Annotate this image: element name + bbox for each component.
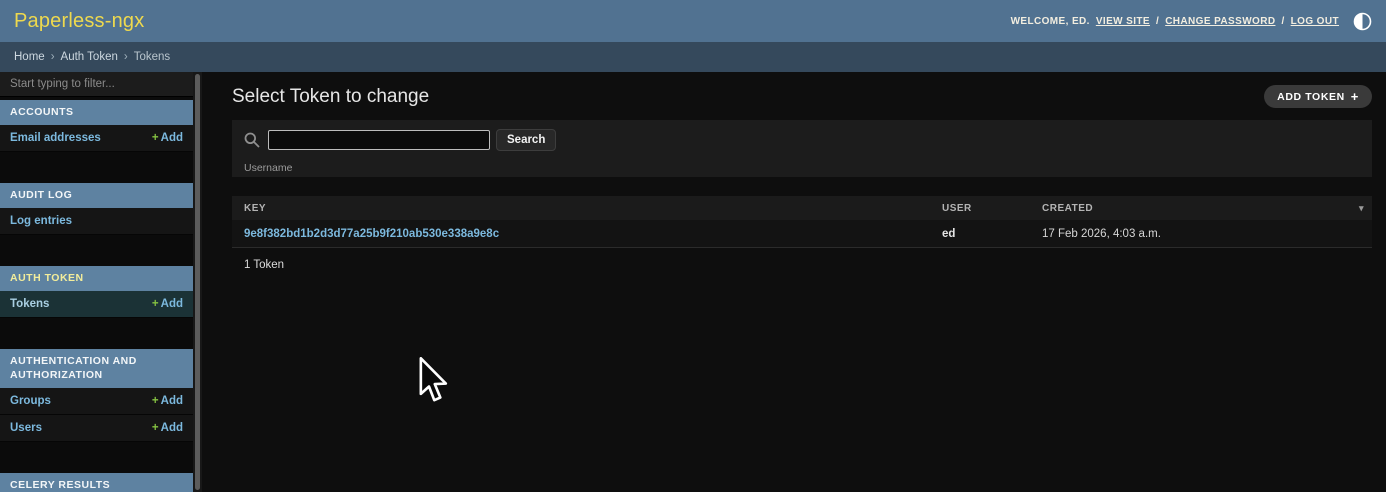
- sidebar-gap: [0, 235, 193, 263]
- sort-options-toggle-icon[interactable]: ▾: [1359, 196, 1364, 220]
- column-header-key[interactable]: KEY: [232, 203, 942, 214]
- breadcrumb-auth-token[interactable]: Auth Token: [61, 51, 118, 63]
- section-title: CELERY RESULTS: [10, 479, 110, 491]
- sidebar-section-celery-results: CELERY RESULTS: [0, 473, 193, 492]
- search-button[interactable]: Search: [496, 129, 556, 151]
- add-label: Add: [161, 132, 183, 144]
- plus-icon: +: [152, 132, 159, 144]
- section-title: AUTHENTICATION AND AUTHORIZATION: [10, 355, 137, 380]
- search-icon: [244, 132, 260, 148]
- sidebar-section-auth-token: AUTH TOKEN: [0, 266, 193, 291]
- add-label: Add: [161, 298, 183, 310]
- users-link[interactable]: Users: [10, 422, 42, 434]
- column-header-created[interactable]: CREATED: [1042, 203, 1372, 214]
- breadcrumb-current: Tokens: [134, 51, 170, 63]
- token-created-cell: 17 Feb 2026, 4:03 a.m.: [1042, 228, 1372, 240]
- sidebar-nav: ACCOUNTS Email addresses +Add AUDIT LOG …: [0, 72, 193, 492]
- separator: /: [1281, 16, 1284, 27]
- sidebar-gap: [0, 152, 193, 180]
- sidebar-section-authentication: AUTHENTICATION AND AUTHORIZATION: [0, 349, 193, 387]
- breadcrumb-separator: ›: [51, 51, 55, 63]
- search-field-label: Username: [244, 162, 1360, 174]
- add-label: Add: [161, 395, 183, 407]
- section-title: AUTH TOKEN: [10, 272, 84, 284]
- groups-link[interactable]: Groups: [10, 395, 51, 407]
- add-token-link[interactable]: +Add: [152, 298, 183, 310]
- search-panel: Search Username: [232, 120, 1372, 177]
- user-tools: WELCOME, ED. VIEW SITE / CHANGE PASSWORD…: [1011, 12, 1372, 31]
- result-count: 1 Token: [244, 259, 1372, 271]
- table-row: 9e8f382bd1b2d3d77a25b9f210ab530e338a9e8c…: [232, 220, 1372, 248]
- sidebar-item-tokens[interactable]: Tokens +Add: [0, 291, 193, 318]
- token-key-link[interactable]: 9e8f382bd1b2d3d77a25b9f210ab530e338a9e8c: [244, 228, 499, 240]
- tokens-link[interactable]: Tokens: [10, 298, 49, 310]
- sidebar-section-accounts: ACCOUNTS: [0, 100, 193, 125]
- plus-icon: +: [152, 298, 159, 310]
- section-title: AUDIT LOG: [10, 189, 72, 201]
- sidebar-item-email-addresses[interactable]: Email addresses +Add: [0, 125, 193, 152]
- add-label: Add: [161, 422, 183, 434]
- plus-icon: +: [1351, 90, 1359, 103]
- token-key-cell: 9e8f382bd1b2d3d77a25b9f210ab530e338a9e8c: [232, 228, 942, 240]
- sidebar-section-audit-log: AUDIT LOG: [0, 183, 193, 208]
- theme-toggle-icon[interactable]: [1353, 12, 1372, 31]
- add-group-link[interactable]: +Add: [152, 395, 183, 407]
- separator: /: [1156, 16, 1159, 27]
- main-header-row: Select Token to change ADD TOKEN +: [202, 72, 1386, 108]
- plus-icon: +: [152, 422, 159, 434]
- welcome-text: WELCOME, ED.: [1011, 16, 1090, 27]
- section-title: ACCOUNTS: [10, 106, 74, 118]
- sidebar-filter: [0, 72, 193, 97]
- token-user-cell: ed: [942, 228, 1042, 240]
- sidebar-filter-input[interactable]: [0, 72, 193, 97]
- sidebar-item-groups[interactable]: Groups +Add: [0, 388, 193, 415]
- change-password-link[interactable]: CHANGE PASSWORD: [1165, 16, 1275, 27]
- app-title[interactable]: Paperless-ngx: [14, 10, 144, 33]
- add-user-link[interactable]: +Add: [152, 422, 183, 434]
- top-bar: Paperless-ngx WELCOME, ED. VIEW SITE / C…: [0, 0, 1386, 42]
- sidebar-scrollbar[interactable]: [193, 72, 202, 492]
- search-row: Search: [244, 129, 1360, 151]
- column-header-user[interactable]: USER: [942, 203, 1042, 214]
- tokens-table: KEY USER CREATED ▾ 9e8f382bd1b2d3d77a25b…: [232, 196, 1372, 248]
- breadcrumb-home[interactable]: Home: [14, 51, 45, 63]
- sidebar-scrollbar-thumb[interactable]: [195, 74, 200, 490]
- sidebar-gap: [0, 318, 193, 346]
- main-content: Select Token to change ADD TOKEN + Searc…: [202, 72, 1386, 492]
- email-addresses-link[interactable]: Email addresses: [10, 132, 101, 144]
- add-email-address-link[interactable]: +Add: [152, 132, 183, 144]
- view-site-link[interactable]: VIEW SITE: [1096, 16, 1150, 27]
- sidebar-item-log-entries[interactable]: Log entries: [0, 208, 193, 235]
- add-token-button-label: ADD TOKEN: [1277, 91, 1345, 103]
- table-header-row: KEY USER CREATED ▾: [232, 196, 1372, 220]
- breadcrumb: Home › Auth Token › Tokens: [0, 42, 1386, 72]
- log-entries-link[interactable]: Log entries: [10, 215, 72, 227]
- plus-icon: +: [152, 395, 159, 407]
- search-input[interactable]: [268, 130, 490, 150]
- sidebar-gap: [0, 442, 193, 470]
- sidebar-item-users[interactable]: Users +Add: [0, 415, 193, 442]
- breadcrumb-separator: ›: [124, 51, 128, 63]
- log-out-link[interactable]: LOG OUT: [1291, 16, 1339, 27]
- page-title: Select Token to change: [232, 86, 429, 108]
- add-token-button[interactable]: ADD TOKEN +: [1264, 85, 1372, 108]
